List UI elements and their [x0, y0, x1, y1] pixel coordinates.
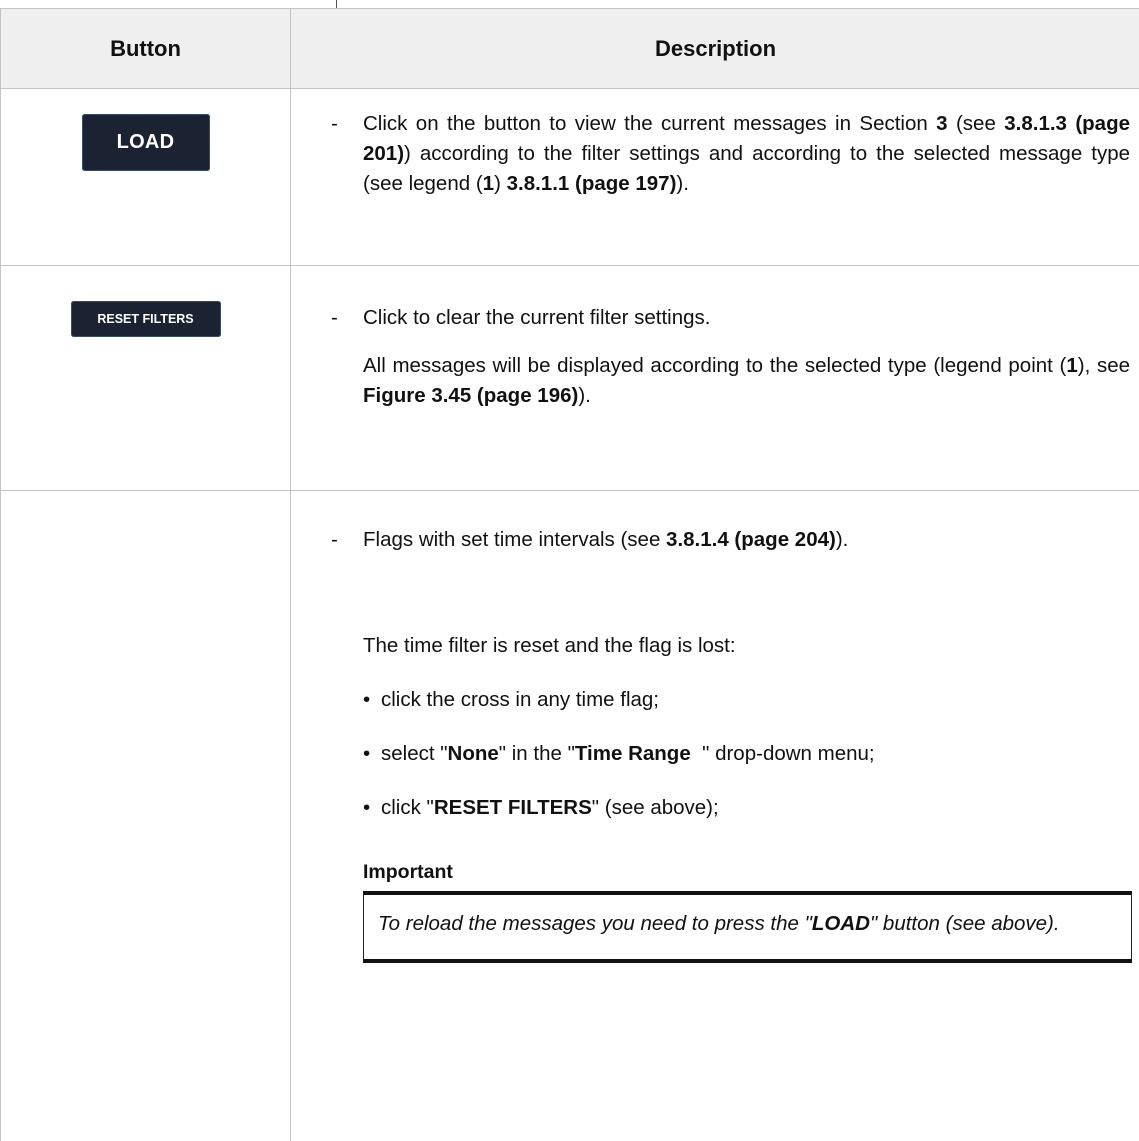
section-ref: 3 — [936, 112, 947, 135]
description-paragraph: - Click to clear the current filter sett… — [331, 303, 1130, 333]
description-paragraph: All messages will be displayed according… — [331, 351, 1130, 411]
important-note: Important To reload the messages you nee… — [331, 857, 1130, 963]
button-cell: LOAD — [1, 89, 291, 266]
description-cell: - Click on the button to view the curren… — [291, 89, 1139, 266]
dash-marker: - — [331, 303, 338, 333]
text: Click to clear the current filter settin… — [363, 306, 711, 329]
description-cell: - Flags with set time intervals (see 3.8… — [291, 491, 1139, 1141]
dash-marker: - — [331, 525, 338, 555]
text: select " — [381, 742, 448, 765]
header-description: Description — [291, 9, 1139, 89]
text: " button (see above). — [870, 912, 1060, 935]
list-item: • click "RESET FILTERS" (see above); — [331, 793, 1130, 823]
text: " (see above); — [592, 796, 719, 819]
load-button[interactable]: LOAD — [82, 114, 210, 171]
cross-reference-link[interactable]: 3.8.1.1 (page 197) — [507, 172, 677, 195]
menu-name: Time Range — [575, 742, 702, 765]
page-cut-line — [336, 0, 337, 8]
description-cell: - Click to clear the current filter sett… — [291, 266, 1139, 491]
text: ) — [494, 172, 507, 195]
text: ). — [836, 528, 849, 551]
text: The time filter is reset and the flag is… — [363, 634, 736, 657]
option-name: None — [448, 742, 499, 765]
text: ). — [676, 172, 689, 195]
bullet-icon: • — [363, 739, 370, 769]
bullet-icon: • — [363, 685, 370, 715]
button-cell — [1, 491, 291, 1141]
text: " in the " — [499, 742, 575, 765]
text: click the cross in any time flag; — [381, 688, 659, 711]
text: ) according to the filter settings and a… — [363, 142, 1130, 195]
table-row: RESET FILTERS - Click to clear the curre… — [1, 266, 1139, 491]
important-box: To reload the messages you need to press… — [363, 891, 1132, 963]
important-title: Important — [363, 857, 1130, 887]
text: ). — [578, 384, 591, 407]
description-paragraph: The time filter is reset and the flag is… — [331, 631, 1130, 661]
button-name: RESET FILTERS — [434, 796, 592, 819]
text: To reload the messages you need to press… — [378, 912, 812, 935]
header-button: Button — [1, 9, 291, 89]
table-row: LOAD - Click on the button to view the c… — [1, 89, 1139, 266]
text: All messages will be displayed according… — [363, 354, 1066, 377]
list-item: • select "None" in the "Time Range " drop… — [331, 739, 1130, 769]
button-description-table: Button Description LOAD - Click on the b… — [0, 8, 1139, 1141]
dash-marker: - — [331, 109, 338, 139]
text: " drop-down menu; — [702, 742, 875, 765]
table-header-row: Button Description — [1, 9, 1139, 89]
legend-ref: 1 — [483, 172, 494, 195]
description-paragraph: - Click on the button to view the curren… — [331, 109, 1130, 199]
button-name: LOAD — [812, 912, 870, 935]
reset-filters-button[interactable]: RESET FILTERS — [71, 301, 221, 337]
legend-ref: 1 — [1066, 354, 1077, 377]
text: Flags with set time intervals (see — [363, 528, 666, 551]
table-row: - Flags with set time intervals (see 3.8… — [1, 491, 1139, 1141]
button-cell: RESET FILTERS — [1, 266, 291, 491]
text: Click on the button to view the current … — [363, 112, 936, 135]
cross-reference-link[interactable]: Figure 3.45 (page 196) — [363, 384, 578, 407]
text: ), see — [1078, 354, 1130, 377]
bullet-icon: • — [363, 793, 370, 823]
description-paragraph: - Flags with set time intervals (see 3.8… — [331, 525, 1130, 555]
text: click " — [381, 796, 434, 819]
cross-reference-link[interactable]: 3.8.1.4 (page 204) — [666, 528, 836, 551]
list-item: • click the cross in any time flag; — [331, 685, 1130, 715]
text: (see — [948, 112, 1005, 135]
